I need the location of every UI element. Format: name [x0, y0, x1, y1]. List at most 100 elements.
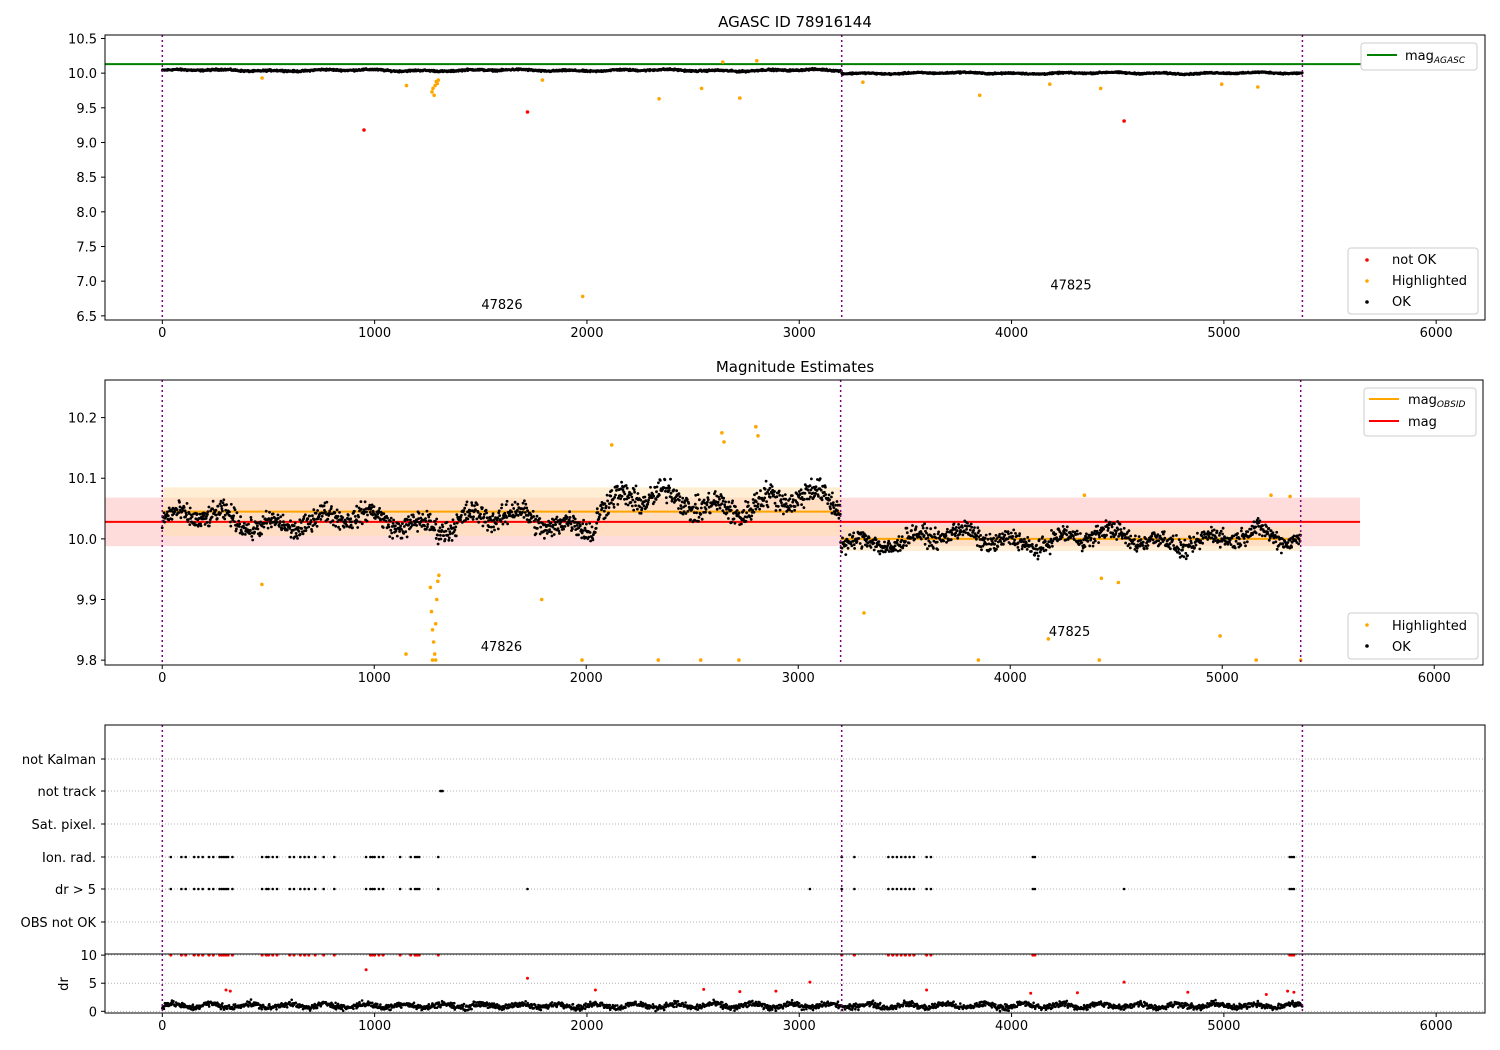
panel-2-ok-point-253: [278, 520, 282, 523]
panel-2-ok-point-1297: [765, 500, 768, 503]
panel-2-ok-point-874: [568, 510, 571, 514]
panel-2-highlighted-point-20: [1116, 580, 1121, 585]
panel-2-ok-point-918: [588, 531, 592, 534]
panel-2-ok-point-969: [612, 503, 615, 506]
panel-1-obs-label-0: 47826: [481, 298, 522, 313]
panel-2-ok-point-454: [372, 505, 376, 508]
panel-2-ok-point-654: [465, 500, 469, 504]
panel-2-ok-point-624: [451, 518, 455, 522]
panel-2-ok-point-1986: [1086, 540, 1090, 543]
panel-2-ok-point-975: [615, 489, 618, 492]
panel-2-ok-point-757: [513, 500, 517, 504]
panel-2-ok-point-904: [582, 518, 585, 522]
panel-1-ytick-label-7: 7.0: [76, 275, 97, 290]
panel-2-ok-point-812: [539, 525, 543, 529]
panel-2-highlighted-point-1: [404, 652, 408, 656]
panel-2-ok-point-5: [163, 520, 167, 524]
panel-2-ok-point-205: [256, 527, 260, 531]
panel-2-ok-point-739: [505, 516, 509, 519]
panel-1-xtick-label-5000: 5000: [1207, 326, 1240, 341]
panel-2-highlighted-point-24: [1269, 493, 1273, 498]
panel-2-ok-point-314: [307, 525, 311, 529]
panel-2-ok-point-955: [605, 493, 609, 497]
panel-2-ok-point-2404: [1281, 542, 1285, 546]
panel-2-ok-point-618: [448, 532, 452, 536]
panel-2-ok-point-1717: [961, 525, 964, 529]
panel-2-ok-point-727: [499, 519, 503, 523]
panel-2-ok-point-559: [421, 512, 425, 516]
panel-2-ok-point-2183: [1178, 552, 1182, 555]
panel-2-ok-point-1856: [1025, 548, 1029, 551]
panel-2-ok-point-308: [304, 529, 308, 532]
panel-2-ok-point-1300: [766, 505, 770, 509]
panel-2-ok-point-168: [239, 515, 243, 519]
panel-2-ok-point-260: [282, 520, 285, 524]
panel-2-ok-point-1437: [830, 511, 834, 515]
panel-2-ok-point-2011: [1098, 535, 1101, 539]
panel-2-ok-point-1224: [731, 499, 734, 503]
panel-2-ok-point-1726: [965, 527, 968, 531]
panel-2-ok-point-1173: [707, 491, 711, 495]
panel-2-ok-point-1889: [1041, 535, 1044, 539]
panel-2-ok-point-1124: [684, 512, 688, 515]
panel-2-ok-point-1890: [1041, 546, 1045, 550]
panel-2-ok-point-611: [445, 520, 449, 524]
panel-2-ok-point-2391: [1275, 530, 1279, 534]
panel-2-ok-point-2263: [1215, 529, 1219, 533]
panel-2-highlighted-point-4: [430, 628, 435, 632]
panel-2-ok-point-1326: [778, 508, 782, 512]
panel-2-ok-point-526: [406, 518, 409, 522]
panel-1-highlighted-point-2: [430, 90, 434, 94]
panel-2-ok-point-565: [424, 517, 427, 520]
panel-2-ok-point-2438: [1297, 542, 1300, 546]
panel-2-ok-point-2085: [1132, 542, 1136, 546]
panel-2-ok-point-1699: [952, 522, 956, 526]
panel-2-ok-point-2423: [1290, 545, 1293, 549]
panel-2-ok-point-144: [228, 510, 231, 514]
panel-2-ok-point-146: [228, 520, 232, 524]
panel-2-ok-point-1618: [914, 525, 918, 529]
panel-2-ok-point-910: [585, 522, 588, 526]
panel-2-ok-point-2196: [1184, 551, 1188, 555]
panel-2-ok-point-1993: [1089, 536, 1093, 540]
panel-2-highlighted-point-8: [435, 597, 439, 602]
panel-2-ok-point-347: [322, 504, 326, 508]
panel-2-ok-point-1736: [969, 522, 973, 526]
panel-2-ok-point-1149: [696, 507, 699, 510]
panel-2-ok-point-254: [279, 515, 283, 519]
panel-2-ok-point-720: [496, 516, 500, 520]
panel-2-ok-point-1055: [652, 494, 656, 498]
panel-2-ok-point-711: [492, 525, 495, 529]
panel-2-ok-point-2383: [1271, 531, 1275, 535]
panel-2-ok-point-1532: [874, 538, 878, 542]
panel-2-ok-point-2107: [1142, 547, 1146, 551]
panel-2-ok-point-1641: [925, 526, 929, 530]
panel-2-ok-point-494: [391, 536, 394, 540]
panel-1-highlighted-point-0: [260, 76, 264, 80]
panel-2-ok-point-2030: [1107, 526, 1110, 530]
panel-2-ok-point-1595: [904, 540, 907, 543]
panel-2-ok-point-598: [439, 537, 443, 541]
panel-2-ok-point-1588: [900, 535, 904, 538]
panel-2-ok-point-1357: [793, 508, 796, 512]
panel-2-ok-point-1038: [644, 499, 648, 502]
panel-2-ok-point-1933: [1061, 525, 1065, 528]
panel-1-highlighted-point-17: [977, 93, 982, 98]
panel-2-ok-point-292: [297, 526, 300, 529]
panel-2-ok-point-224: [265, 521, 269, 525]
panel-2-ok-point-688: [481, 524, 485, 528]
panel-2-ok-point-486: [387, 525, 391, 529]
panel-2-ok-point-2200: [1186, 554, 1189, 557]
panel-2-ok-point-295: [298, 518, 302, 522]
panel-2-ok-point-932: [595, 521, 599, 525]
panel-2-ok-point-198: [253, 530, 256, 534]
panel-2-ok-point-340: [319, 518, 323, 521]
panel-2-ok-point-934: [595, 507, 599, 511]
panel-2-ok-point-1578: [896, 538, 899, 542]
panel-2-ok-point-731: [501, 522, 505, 526]
panel-2-ok-point-165: [237, 525, 241, 528]
panel-2-highlighted-point-15: [754, 424, 758, 429]
panel-2-ok-point-687: [481, 506, 484, 510]
panel-2-ok-point-60: [188, 506, 192, 510]
panel-2-ok-point-2025: [1104, 519, 1108, 522]
